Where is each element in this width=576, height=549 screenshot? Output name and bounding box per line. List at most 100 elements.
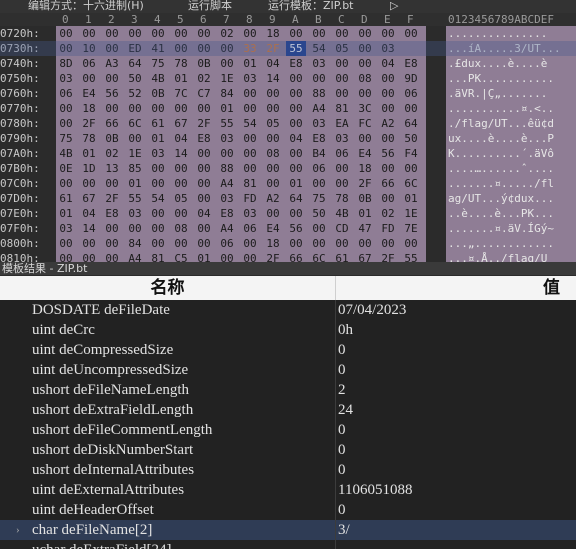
hex-byte[interactable]: 56 bbox=[102, 86, 122, 101]
hex-byte[interactable]: 00 bbox=[79, 236, 99, 251]
hex-byte[interactable]: E8 bbox=[194, 131, 214, 146]
hex-byte[interactable]: 00 bbox=[102, 176, 122, 191]
menu-edit-mode[interactable]: 编辑方式：十六进制(H) bbox=[28, 0, 144, 12]
hex-byte[interactable]: 00 bbox=[194, 161, 214, 176]
hex-byte[interactable]: 00 bbox=[102, 251, 122, 262]
hex-byte[interactable]: 00 bbox=[378, 26, 398, 41]
hex-byte[interactable]: 00 bbox=[401, 26, 421, 41]
hex-byte[interactable]: 67 bbox=[79, 191, 99, 206]
hex-byte[interactable]: 01 bbox=[148, 131, 168, 146]
ascii-row[interactable]: ...„............ bbox=[448, 236, 576, 251]
hex-byte[interactable]: 00 bbox=[79, 71, 99, 86]
hex-byte[interactable]: 00 bbox=[378, 131, 398, 146]
hex-byte[interactable]: 9D bbox=[401, 71, 421, 86]
hex-byte[interactable]: 00 bbox=[240, 251, 260, 262]
hex-byte[interactable]: 84 bbox=[217, 86, 237, 101]
hex-byte[interactable]: 00 bbox=[56, 176, 76, 191]
hex-byte[interactable]: A4 bbox=[217, 176, 237, 191]
hex-byte[interactable]: 00 bbox=[309, 221, 329, 236]
hex-byte[interactable]: 00 bbox=[240, 101, 260, 116]
template-row[interactable]: › char deFileName[2] 3/ bbox=[0, 520, 576, 540]
menu-run-script[interactable]: 运行脚本 bbox=[188, 0, 232, 12]
chevron-right-icon[interactable]: › bbox=[16, 520, 20, 540]
hex-row[interactable]: 8D 06 A3 64 75 78 0B 00 01 04 E8 03 00 00 04 E8 bbox=[56, 56, 426, 71]
hex-byte[interactable]: 18 bbox=[355, 161, 375, 176]
hex-byte[interactable]: E8 bbox=[286, 56, 306, 71]
hex-byte[interactable]: 00 bbox=[148, 221, 168, 236]
hex-byte[interactable]: 00 bbox=[332, 161, 352, 176]
hex-byte[interactable]: 00 bbox=[240, 86, 260, 101]
hex-byte[interactable]: A4 bbox=[309, 101, 329, 116]
hex-byte[interactable]: F4 bbox=[401, 146, 421, 161]
hex-byte[interactable]: 00 bbox=[194, 146, 214, 161]
hex-row[interactable]: 0E 1D 13 85 00 00 00 88 00 00 00 06 00 18 00 00 bbox=[56, 161, 426, 176]
hex-byte[interactable]: 00 bbox=[148, 101, 168, 116]
hex-byte[interactable]: 08 bbox=[355, 71, 375, 86]
hex-byte[interactable]: 00 bbox=[102, 26, 122, 41]
hex-byte[interactable]: 61 bbox=[56, 191, 76, 206]
hex-byte[interactable]: 03 bbox=[309, 116, 329, 131]
ascii-row[interactable]: .......¤.äV.ÍGý~ bbox=[448, 221, 576, 236]
hex-byte[interactable]: 2F bbox=[263, 251, 283, 262]
hex-byte[interactable]: FD bbox=[378, 221, 398, 236]
hex-byte[interactable]: 61 bbox=[332, 251, 352, 262]
hex-byte[interactable]: 2F bbox=[378, 251, 398, 262]
hex-byte[interactable]: 02 bbox=[102, 146, 122, 161]
hex-byte[interactable]: 06 bbox=[401, 86, 421, 101]
hex-byte[interactable]: 00 bbox=[263, 86, 283, 101]
hex-byte[interactable]: 03 bbox=[125, 206, 145, 221]
hex-byte[interactable]: 00 bbox=[355, 41, 375, 56]
hex-byte[interactable]: 55 bbox=[125, 191, 145, 206]
hex-byte[interactable]: 00 bbox=[286, 206, 306, 221]
hex-byte[interactable]: 00 bbox=[125, 101, 145, 116]
hex-byte[interactable]: CD bbox=[332, 221, 352, 236]
hex-byte[interactable]: 05 bbox=[171, 191, 191, 206]
hex-byte[interactable]: 78 bbox=[79, 131, 99, 146]
hex-byte[interactable]: 00 bbox=[286, 26, 306, 41]
template-row[interactable]: ushort deExtraFieldLength 24 bbox=[0, 400, 576, 420]
hex-byte[interactable]: 1E bbox=[401, 206, 421, 221]
hex-byte[interactable]: 2F bbox=[79, 116, 99, 131]
hex-byte[interactable]: E8 bbox=[309, 131, 329, 146]
hex-row[interactable]: 75 78 0B 00 01 04 E8 03 00 00 04 E8 03 00 00 50 bbox=[56, 131, 426, 146]
hex-byte[interactable]: 54 bbox=[240, 116, 260, 131]
hex-byte[interactable]: 0B bbox=[355, 191, 375, 206]
hex-byte[interactable]: 56 bbox=[378, 146, 398, 161]
hex-byte[interactable]: 00 bbox=[217, 41, 237, 56]
hex-byte[interactable]: 00 bbox=[171, 236, 191, 251]
hex-byte[interactable]: 06 bbox=[217, 236, 237, 251]
hex-byte[interactable]: 00 bbox=[102, 71, 122, 86]
hex-byte[interactable]: 2F bbox=[194, 116, 214, 131]
template-row[interactable]: ushort deFileCommentLength 0 bbox=[0, 420, 576, 440]
hex-byte[interactable]: 01 bbox=[125, 176, 145, 191]
hex-byte[interactable]: 0B bbox=[194, 56, 214, 71]
hex-byte[interactable]: 01 bbox=[286, 176, 306, 191]
hex-byte[interactable]: 03 bbox=[56, 71, 76, 86]
hex-byte[interactable]: 00 bbox=[240, 26, 260, 41]
hex-byte[interactable]: 84 bbox=[125, 236, 145, 251]
hex-byte[interactable]: 00 bbox=[194, 191, 214, 206]
hex-row[interactable]: 01 04 E8 03 00 00 04 E8 03 00 00 50 4B 01 02 1E bbox=[56, 206, 426, 221]
hex-byte[interactable]: 85 bbox=[125, 161, 145, 176]
hex-byte[interactable]: 88 bbox=[217, 161, 237, 176]
hex-byte[interactable]: 00 bbox=[378, 161, 398, 176]
hex-byte[interactable]: 00 bbox=[102, 101, 122, 116]
hex-byte[interactable]: 2F bbox=[263, 41, 283, 56]
hex-byte[interactable]: 00 bbox=[56, 251, 76, 262]
hex-byte[interactable]: 64 bbox=[125, 56, 145, 71]
hex-byte[interactable]: 02 bbox=[378, 206, 398, 221]
hex-byte[interactable]: 00 bbox=[171, 26, 191, 41]
hex-byte[interactable]: 55 bbox=[217, 116, 237, 131]
hex-byte[interactable]: 00 bbox=[286, 146, 306, 161]
hex-byte[interactable]: 7E bbox=[401, 221, 421, 236]
hex-byte[interactable]: 06 bbox=[56, 86, 76, 101]
hex-byte[interactable]: 00 bbox=[355, 26, 375, 41]
column-header-value[interactable]: 值 bbox=[336, 276, 576, 300]
hex-row[interactable]: 00 2F 66 6C 61 67 2F 55 54 05 00 03 EA FC A2 64 bbox=[56, 116, 426, 131]
hex-byte[interactable]: B4 bbox=[309, 146, 329, 161]
hex-byte[interactable]: 02 bbox=[217, 26, 237, 41]
hex-byte[interactable]: ED bbox=[125, 41, 145, 56]
hex-byte[interactable]: 50 bbox=[401, 131, 421, 146]
hex-byte[interactable]: 14 bbox=[171, 146, 191, 161]
hex-byte[interactable]: 1E bbox=[217, 71, 237, 86]
